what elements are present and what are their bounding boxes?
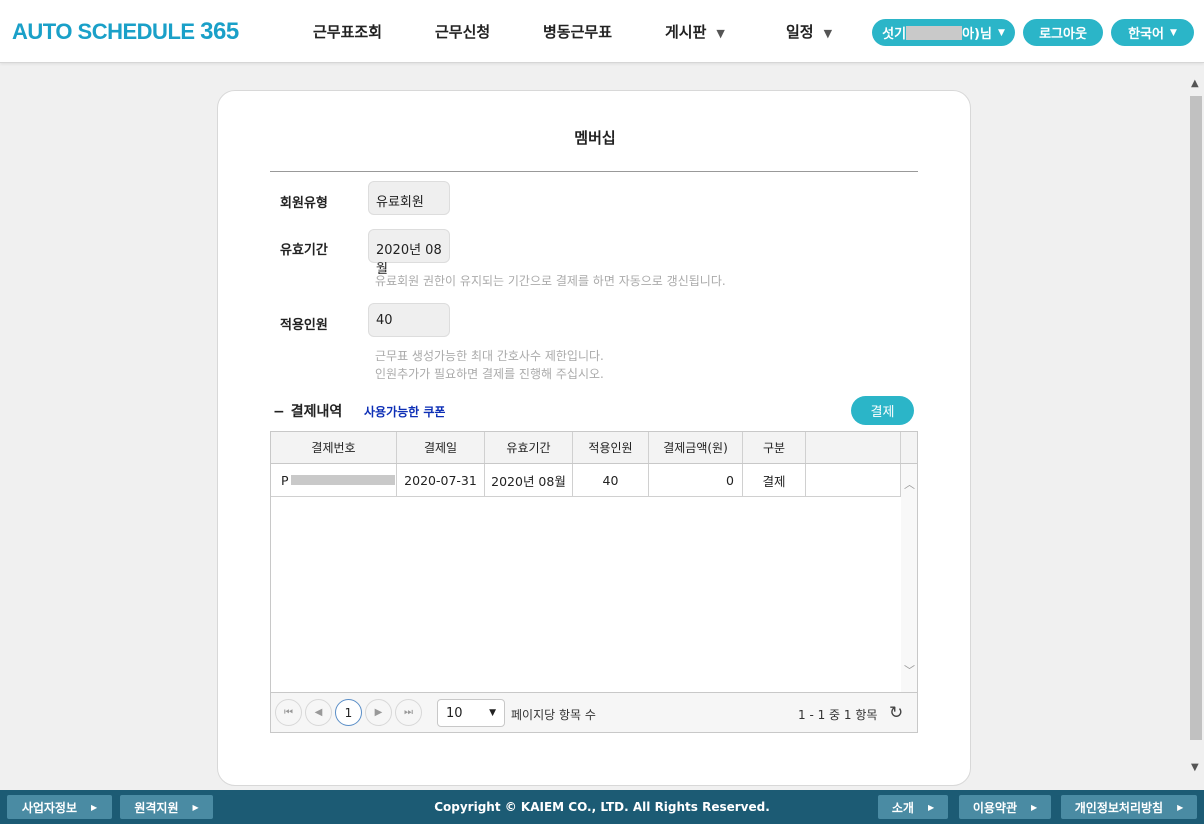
column-header[interactable]: 적용인원 [573, 432, 649, 463]
last-page-button[interactable]: ⏭ [395, 699, 422, 726]
valid-period-cell: 2020년 08월 [485, 464, 573, 496]
page-title: 멤버십 [574, 129, 616, 147]
nav-board[interactable]: 게시판 ▼ [665, 21, 725, 42]
pay-button[interactable]: 결제 [851, 396, 914, 425]
intro-button[interactable]: 소개 ▶ [878, 795, 948, 819]
grid-scrollbar[interactable]: ︿ ﹀ [901, 464, 917, 692]
caret-down-icon: ▼ [1169, 27, 1177, 38]
empty-cell [806, 464, 901, 496]
membership-card: 멤버십 회원유형 유료회원 유효기간 2020년 08월 유료회원 권한이 유지… [217, 90, 971, 786]
apply-count-label: 적용인원 [280, 318, 328, 333]
page-scrollbar[interactable]: ▲ ▼ [1188, 74, 1204, 784]
nav-shift-request[interactable]: 근무신청 [435, 21, 490, 42]
privacy-policy-button[interactable]: 개인정보처리방침 ▶ [1061, 795, 1197, 819]
grid-header: 결제번호 결제일 유효기간 적용인원 결제금액(원) 구분 [271, 432, 917, 464]
app-logo[interactable]: AUTO SCHEDULE 365 [12, 18, 239, 46]
apply-count-hint-1: 근무표 생성가능한 최대 간호사수 제한입니다. [375, 349, 604, 363]
column-header[interactable]: 유효기간 [485, 432, 573, 463]
top-header: AUTO SCHEDULE 365 근무표조회 근무신청 병동근무표 게시판 ▼ … [0, 0, 1204, 63]
title-divider [270, 171, 918, 172]
caret-down-icon: ▼ [489, 708, 496, 718]
play-icon: ▶ [1177, 802, 1184, 812]
column-header[interactable]: 결제번호 [271, 432, 397, 463]
caret-down-icon: ▼ [716, 27, 725, 40]
nav-calendar[interactable]: 일정 ▼ [786, 21, 832, 42]
valid-period-label: 유효기간 [280, 243, 328, 258]
refresh-icon[interactable]: ↻ [889, 703, 903, 723]
nav-ward-schedule[interactable]: 병동근무표 [543, 21, 612, 42]
page-size-select[interactable]: 10 ▼ [437, 699, 505, 727]
payment-id-cell: P [271, 464, 397, 496]
company-info-button[interactable]: 사업자정보 ▶ [7, 795, 112, 819]
valid-period-hint: 유료회원 권한이 유지되는 기간으로 결제를 하면 자동으로 갱신됩니다. [375, 274, 726, 288]
payment-grid: 결제번호 결제일 유효기간 적용인원 결제금액(원) 구분 P 2020-07-… [270, 431, 918, 733]
footer: 사업자정보 ▶ 원격지원 ▶ Copyright © KAIEM CO., LTD.… [0, 790, 1204, 824]
chevron-down-icon[interactable]: ﹀ [904, 662, 915, 678]
member-type-value: 유료회원 [368, 181, 450, 215]
logout-button[interactable]: 로그아웃 [1023, 19, 1103, 46]
valid-period-value: 2020년 08월 [368, 229, 450, 277]
language-select[interactable]: 한국어 ▼ [1111, 19, 1194, 46]
play-icon: ▶ [192, 802, 199, 812]
caret-down-icon: ▼ [823, 27, 833, 40]
amount-cell: 0 [649, 464, 743, 496]
user-menu-button[interactable]: 섯기 아)님 ▼ [872, 19, 1015, 46]
first-page-button[interactable]: ⏮ [275, 699, 302, 726]
apply-count-cell: 40 [573, 464, 649, 496]
redacted-id [290, 475, 395, 485]
play-icon: ▶ [91, 802, 98, 812]
next-page-button[interactable]: ▶ [365, 699, 392, 726]
scroll-thumb[interactable] [1190, 96, 1202, 740]
payment-history-title[interactable]: − 결제내역 [273, 401, 342, 421]
collapse-icon[interactable]: − [273, 404, 285, 420]
caret-down-icon: ▼ [997, 27, 1005, 38]
column-header[interactable]: 결제일 [397, 432, 485, 463]
grid-pager: ⏮ ◀ 1 ▶ ⏭ 10 ▼ 페이지당 항목 수 1 - 1 중 1 항목 ↻ [271, 692, 917, 732]
apply-count-value: 40 [368, 303, 450, 337]
column-header[interactable]: 구분 [743, 432, 806, 463]
type-cell: 결제 [743, 464, 806, 496]
column-header[interactable]: 결제금액(원) [649, 432, 743, 463]
play-icon: ▶ [1031, 802, 1038, 812]
table-row[interactable]: P 2020-07-31 2020년 08월 40 0 결제 [271, 464, 901, 497]
item-count-summary: 1 - 1 중 1 항목 [798, 708, 878, 722]
redacted-name [906, 25, 963, 40]
apply-count-hint-2: 인원추가가 필요하면 결제를 진행해 주십시오. [375, 367, 604, 381]
scroll-up-icon[interactable]: ▲ [1191, 78, 1199, 89]
scroll-down-icon[interactable]: ▼ [1191, 762, 1199, 773]
page-size-label: 페이지당 항목 수 [511, 708, 596, 722]
play-icon: ▶ [927, 802, 935, 812]
column-header-empty [806, 432, 901, 463]
terms-button[interactable]: 이용약관 ▶ [959, 795, 1051, 819]
chevron-up-icon[interactable]: ︿ [904, 476, 915, 492]
page-number-button[interactable]: 1 [335, 699, 362, 726]
prev-page-button[interactable]: ◀ [305, 699, 332, 726]
payment-date-cell: 2020-07-31 [397, 464, 485, 496]
available-coupons-link[interactable]: 사용가능한 쿠폰 [364, 403, 445, 420]
nav-schedule-view[interactable]: 근무표조회 [313, 21, 382, 42]
remote-support-button[interactable]: 원격지원 ▶ [120, 795, 213, 819]
member-type-label: 회원유형 [280, 196, 328, 211]
